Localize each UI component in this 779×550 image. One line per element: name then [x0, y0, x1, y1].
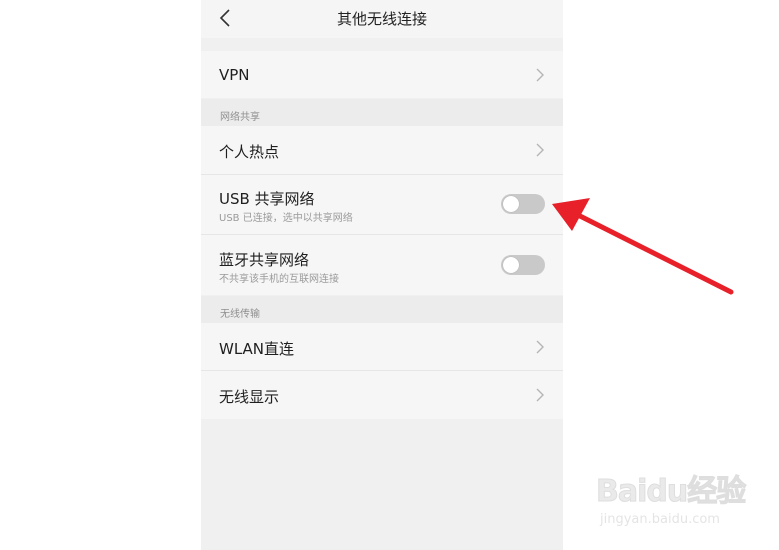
watermark-url: jingyan.baidu.com [600, 512, 720, 527]
toggle-knob [503, 196, 519, 212]
wlan-direct-item[interactable]: WLAN直连 [201, 323, 563, 371]
wireless-display-item[interactable]: 无线显示 [201, 371, 563, 419]
bluetooth-tethering-label: 蓝牙共享网络 [219, 251, 310, 269]
hotspot-item[interactable]: 个人热点 [201, 126, 563, 175]
bluetooth-tethering-item[interactable]: 蓝牙共享网络 不共享该手机的互联网连接 [201, 235, 563, 295]
page-title: 其他无线连接 [336, 10, 427, 28]
title-bar: 其他无线连接 [201, 0, 563, 38]
usb-tethering-item[interactable]: USB 共享网络 USB 已连接，选中以共享网络 [201, 175, 563, 235]
vpn-item[interactable]: VPN [201, 51, 563, 98]
settings-screen: 其他无线连接 VPN 网络共享 个人热点 USB 共享网络 USB 已连接，选中… [201, 0, 563, 550]
section-header-network-sharing: 网络共享 [201, 99, 563, 126]
chevron-right-icon [536, 68, 544, 82]
usb-tethering-label: USB 共享网络 [219, 190, 315, 208]
wlan-direct-label: WLAN直连 [219, 340, 295, 358]
hotspot-label: 个人热点 [219, 143, 280, 161]
wireless-display-label: 无线显示 [219, 388, 280, 406]
vpn-label: VPN [219, 66, 250, 84]
chevron-right-icon [536, 143, 544, 157]
usb-tethering-toggle[interactable] [501, 194, 545, 214]
section-label: 网络共享 [220, 112, 260, 123]
chevron-right-icon [536, 340, 544, 354]
chevron-right-icon [536, 388, 544, 402]
section-header-wireless-transfer: 无线传输 [201, 296, 563, 323]
bluetooth-tethering-subtitle: 不共享该手机的互联网连接 [219, 274, 339, 285]
usb-tethering-subtitle: USB 已连接，选中以共享网络 [219, 213, 353, 224]
bluetooth-tethering-toggle[interactable] [501, 255, 545, 275]
baidu-watermark: Baidu经验 jingyan.baidu.com [595, 462, 746, 542]
watermark-brand: Baidu经验 [595, 474, 746, 510]
section-label: 无线传输 [220, 309, 260, 320]
toggle-knob [503, 257, 519, 273]
